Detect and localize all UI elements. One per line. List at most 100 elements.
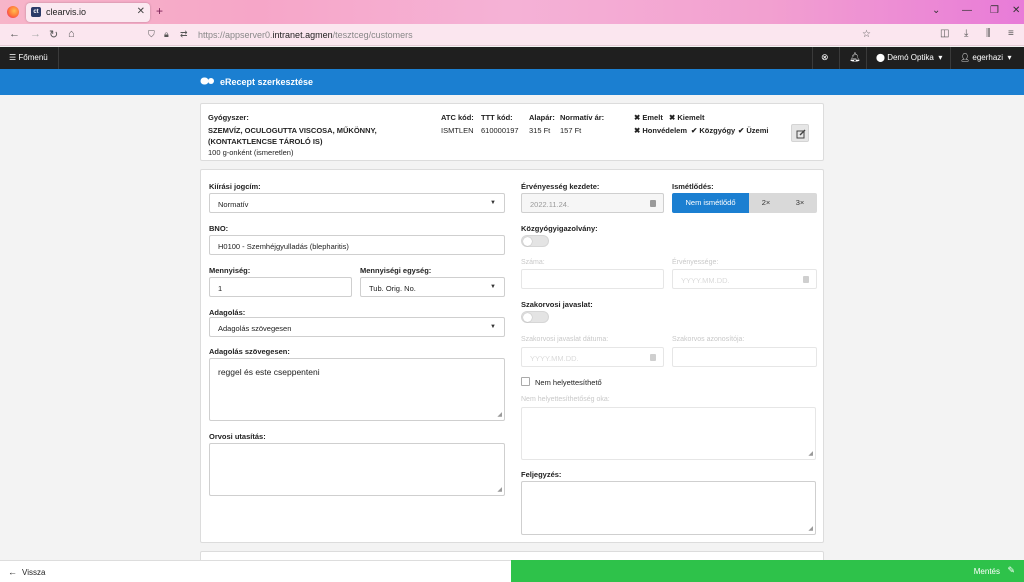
- feljegyzes-label: Feljegyzés:: [521, 470, 562, 479]
- egyseg-label: Mennyiségi egység:: [360, 266, 432, 275]
- restore-icon[interactable]: ❐: [990, 5, 999, 16]
- flag-honvedelem: ✖ Honvédelem: [634, 126, 687, 135]
- mennyiseg-value: 1: [218, 284, 223, 293]
- resize-grip-icon[interactable]: ◢: [808, 450, 813, 457]
- kiirasi-label: Kiírási jogcím:: [209, 182, 261, 191]
- feljegyzes-textarea[interactable]: ◢: [521, 481, 816, 535]
- browser-tab[interactable]: ct clearvis.io ✕: [26, 3, 150, 22]
- user-label: egerhazi: [972, 53, 1004, 62]
- caret-down-icon: ▼: [490, 324, 496, 330]
- pocket-icon[interactable]: ◫: [940, 28, 949, 39]
- map-pin-icon: ⬤: [876, 53, 885, 62]
- bno-input[interactable]: H0100 - Szemhéjgyulladás (blepharitis): [209, 235, 505, 255]
- kiirasi-value: Normatív: [218, 200, 249, 209]
- bell-icon[interactable]: 🔔︎: [849, 52, 860, 63]
- close-tab-icon[interactable]: ✕: [137, 6, 145, 17]
- x-icon: ✖: [634, 126, 641, 135]
- ervenyessege-placeholder: YYYY.MM.DD.: [681, 276, 730, 285]
- settings-circle-icon[interactable]: ⊗: [821, 52, 829, 63]
- kozgyogy-toggle[interactable]: [521, 235, 549, 247]
- caret-down-icon: ▼: [490, 200, 496, 206]
- edit-icon: [796, 129, 806, 139]
- resize-grip-icon[interactable]: ◢: [497, 486, 502, 493]
- close-window-icon[interactable]: ✕: [1012, 5, 1020, 16]
- forward-arrow-icon[interactable]: →: [30, 28, 41, 40]
- chevron-down-icon: ▾: [1005, 53, 1012, 62]
- nem-helyettesitheto-oka-label: Nem helyettesíthetőség oka:: [521, 396, 610, 403]
- szakorvosi-datum-input[interactable]: YYYY.MM.DD.: [521, 347, 664, 367]
- new-tab-icon[interactable]: +: [156, 4, 163, 18]
- nem-helyettesitheto-oka-textarea[interactable]: ◢: [521, 407, 816, 460]
- app-menu-icon[interactable]: ≡: [1008, 28, 1014, 39]
- flag-kiemelt: ✖ Kiemelt: [669, 113, 705, 122]
- bno-value: H0100 - Szemhéjgyulladás (blepharitis): [218, 242, 349, 251]
- tab-list-icon[interactable]: ⌄: [932, 5, 940, 16]
- szama-input[interactable]: [521, 269, 664, 289]
- nem-helyettesitheto-checkbox[interactable]: [521, 377, 530, 386]
- kozgyogy-label: Közgyógyigazolvány:: [521, 224, 598, 233]
- app-header: ☰ Főmenü ⊗ 🔔︎ ⬤ Demó Optika ▾ 👤︎ egerhaz…: [0, 47, 1024, 69]
- save-button[interactable]: Mentés ✎: [511, 560, 1024, 582]
- pill-icon: [200, 77, 214, 85]
- calendar-icon: [650, 200, 656, 207]
- back-button[interactable]: ← Vissza: [0, 560, 511, 582]
- kiirasi-select[interactable]: Normatív ▼: [209, 193, 505, 213]
- mennyiseg-label: Mennyiség:: [209, 266, 251, 275]
- drug-info-card: Gyógyszer: SZEMVÍZ, OCULOGUTTA VISCOSA, …: [200, 103, 824, 161]
- url-bar[interactable]: ⛉ 🔒︎ ⇄ https://appserver0.intranet.agmen…: [142, 27, 882, 43]
- library-icon[interactable]: ⫼: [986, 28, 991, 39]
- user-icon: 👤︎: [960, 53, 971, 62]
- minimize-icon[interactable]: —: [962, 5, 972, 16]
- downloads-icon[interactable]: ⤓: [964, 28, 968, 39]
- adagolas-select[interactable]: Adagolás szövegesen ▼: [209, 317, 505, 337]
- resize-grip-icon[interactable]: ◢: [808, 525, 813, 532]
- ervenyessege-input[interactable]: YYYY.MM.DD.: [672, 269, 817, 289]
- szakorvosi-toggle[interactable]: [521, 311, 549, 323]
- orvosi-label: Orvosi utasítás:: [209, 432, 266, 441]
- egyseg-select[interactable]: Tub. Orig. No. ▼: [360, 277, 505, 297]
- szakorvos-azon-input[interactable]: [672, 347, 817, 367]
- reload-icon[interactable]: ↻: [49, 28, 58, 41]
- permissions-icon[interactable]: ⇄: [180, 29, 188, 40]
- adagolas-value: Adagolás szövegesen: [218, 324, 292, 333]
- main-menu-button[interactable]: ☰ Főmenü: [9, 53, 48, 62]
- mennyiseg-input[interactable]: 1: [209, 277, 352, 297]
- ttt-value: 610000197: [481, 126, 519, 135]
- adagolas-szoveg-textarea[interactable]: reggel és este cseppenteni ◢: [209, 358, 505, 421]
- page-title-bar: eRecept szerkesztése: [0, 69, 1024, 95]
- back-arrow-icon: ←: [8, 567, 17, 577]
- back-label: Vissza: [22, 568, 46, 577]
- ervenyesseg-kezdete-input[interactable]: 2022.11.24.: [521, 193, 664, 213]
- calendar-icon: [650, 354, 656, 361]
- ismetlodes-option-0[interactable]: Nem ismétlődő: [672, 193, 749, 213]
- firefox-icon[interactable]: [7, 6, 19, 18]
- x-icon: ✖: [669, 113, 676, 122]
- shield-icon[interactable]: ⛉: [148, 29, 155, 40]
- ervenyessege-label: Érvényessége:: [672, 259, 719, 266]
- back-arrow-icon[interactable]: ←: [9, 28, 20, 40]
- szakorvosi-datum-label: Szakorvosi javaslat dátuma:: [521, 336, 609, 343]
- ismetlodes-option-1[interactable]: 2×: [749, 193, 783, 213]
- adagolas-label: Adagolás:: [209, 308, 246, 317]
- browser-nav-bar: ← → ↻ ⌂ ⛉ 🔒︎ ⇄ https://appserver0.intran…: [0, 24, 1024, 46]
- tab-title: clearvis.io: [46, 7, 87, 17]
- lock-icon[interactable]: 🔒︎: [164, 29, 169, 40]
- user-dropdown[interactable]: 👤︎ egerhazi ▾: [960, 53, 1012, 62]
- home-icon[interactable]: ⌂: [68, 28, 75, 40]
- szakorvosi-label: Szakorvosi javaslat:: [521, 300, 593, 309]
- bookmark-star-icon[interactable]: ☆: [862, 29, 871, 40]
- divider: [839, 47, 840, 69]
- resize-grip-icon[interactable]: ◢: [497, 411, 502, 418]
- location-dropdown[interactable]: ⬤ Demó Optika ▾: [876, 53, 942, 62]
- edit-icon: ✎: [1007, 565, 1015, 575]
- edit-drug-button[interactable]: [791, 124, 809, 142]
- normativ-label: Normatív ár:: [560, 113, 605, 122]
- szama-label: Száma:: [521, 259, 545, 266]
- drug-name-line1: SZEMVÍZ, OCULOGUTTA VISCOSA, MŰKÖNNY,: [208, 126, 377, 135]
- url-text[interactable]: https://appserver0.intranet.agmen/tesztc…: [198, 30, 413, 40]
- prescription-form-card: Kiírási jogcím: Normatív ▼ BNO: H0100 - …: [200, 169, 824, 543]
- orvosi-textarea[interactable]: ◢: [209, 443, 505, 496]
- toggle-knob: [523, 313, 532, 322]
- ismetlodes-option-2[interactable]: 3×: [783, 193, 817, 213]
- drug-name-line2: (KONTAKTLENCSE TÁROLÓ IS): [208, 137, 323, 146]
